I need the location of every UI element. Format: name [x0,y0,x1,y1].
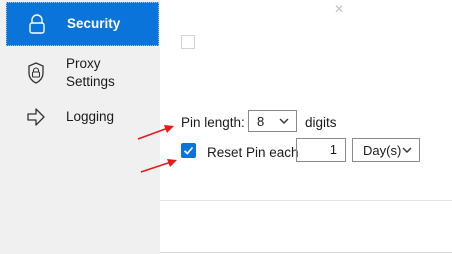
sidebar-item-logging[interactable]: Logging [6,104,159,130]
chevron-down-icon [279,118,289,124]
arrow-right-icon [26,105,46,129]
sidebar-item-label: Logging [66,109,115,124]
reset-pin-checkbox[interactable] [181,143,196,158]
check-icon [183,146,194,155]
chevron-down-icon [402,147,412,153]
sidebar-item-label: Proxy Settings [66,56,115,89]
faded-checkbox [181,35,195,49]
reset-unit-value: Day(s) [363,142,402,158]
divider [160,252,452,253]
sidebar-item-label: Security [67,16,121,31]
sidebar-item-security[interactable]: Security [6,2,159,46]
lock-icon [27,12,47,36]
reset-pin-label: Reset Pin each [207,145,299,160]
pin-length-value: 8 [257,113,265,129]
sidebar-item-proxy-settings[interactable]: Proxy Settings [6,54,159,92]
pin-length-suffix: digits [305,115,337,130]
pin-length-select[interactable]: 8 [248,110,297,132]
pin-length-label: Pin length: [181,115,245,130]
reset-interval-input[interactable]: 1 [296,138,346,162]
shield-lock-icon [26,61,46,85]
close-icon: ✕ [334,2,345,16]
divider [160,200,452,201]
sidebar: Security Proxy Settings Logging [0,0,160,254]
reset-unit-select[interactable]: Day(s) [352,138,420,162]
